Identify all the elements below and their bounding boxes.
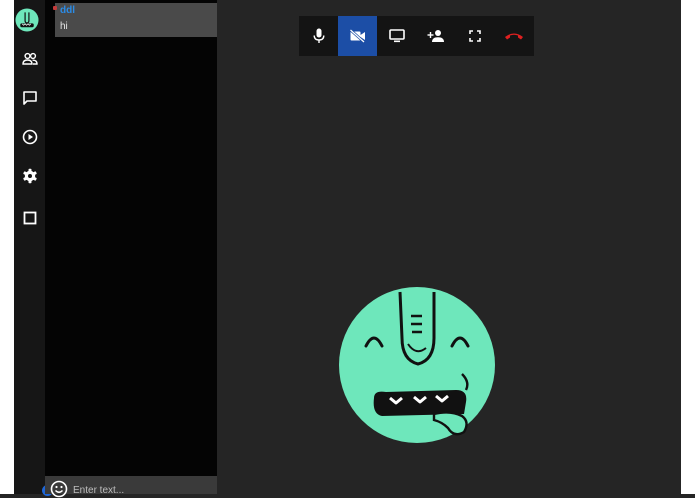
chat-icon bbox=[22, 91, 37, 105]
people-icon bbox=[21, 52, 38, 65]
window-edge-right bbox=[681, 0, 695, 494]
microphone-icon bbox=[313, 28, 324, 43]
monitor-icon bbox=[388, 29, 405, 43]
left-rail: 1 bbox=[14, 0, 53, 496]
sidebar-item-tile-view[interactable] bbox=[14, 203, 45, 233]
message-marker bbox=[53, 6, 57, 10]
chat-input[interactable] bbox=[73, 483, 213, 497]
chat-message: ddl hi bbox=[53, 3, 217, 37]
hangup-button[interactable] bbox=[494, 16, 533, 56]
screen-share-button[interactable] bbox=[377, 16, 416, 56]
add-person-icon bbox=[427, 30, 444, 42]
message-text: hi bbox=[60, 21, 68, 32]
call-toolbar bbox=[299, 16, 534, 56]
microphone-button[interactable] bbox=[299, 16, 338, 56]
fullscreen-button[interactable] bbox=[455, 16, 494, 56]
message-author: ddl bbox=[60, 5, 75, 16]
window-edge-left bbox=[0, 0, 14, 494]
avatar[interactable] bbox=[15, 8, 39, 32]
fullscreen-icon bbox=[468, 30, 481, 42]
square-icon bbox=[23, 211, 36, 225]
smiley-icon[interactable] bbox=[50, 480, 68, 498]
sidebar-item-settings[interactable] bbox=[14, 161, 45, 191]
phone-hangup-icon bbox=[504, 33, 523, 40]
participant-avatar bbox=[339, 287, 495, 443]
chat-panel: ddl hi bbox=[45, 0, 217, 498]
gear-icon bbox=[22, 168, 37, 184]
camera-off-icon bbox=[349, 29, 365, 43]
sidebar-item-participants[interactable] bbox=[14, 44, 45, 74]
camera-button[interactable] bbox=[338, 16, 377, 56]
sidebar-item-shared-video[interactable] bbox=[14, 122, 45, 152]
chat-composer bbox=[45, 476, 217, 498]
invite-button[interactable] bbox=[416, 16, 455, 56]
sidebar-item-chat[interactable] bbox=[14, 83, 45, 113]
play-circle-icon bbox=[22, 129, 37, 145]
